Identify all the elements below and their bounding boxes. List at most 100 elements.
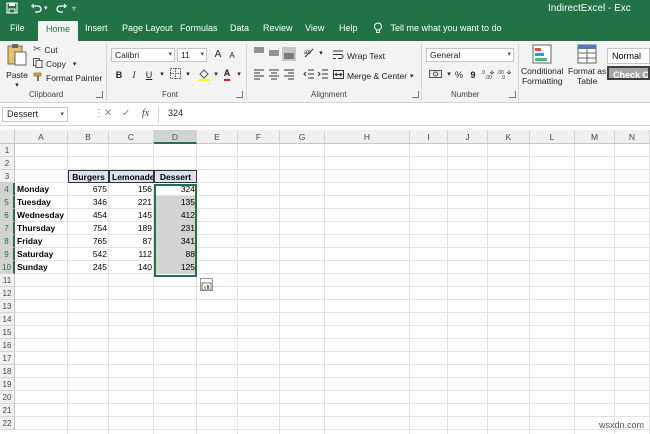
alignment-launcher-icon[interactable] bbox=[412, 91, 419, 98]
row-header-16[interactable]: 16 bbox=[0, 339, 15, 352]
row-header-21[interactable]: 21 bbox=[0, 404, 15, 417]
orientation-dropdown-icon[interactable]: ▾ bbox=[314, 47, 328, 61]
borders-dropdown-icon[interactable]: ▾ bbox=[181, 68, 195, 82]
day-label-cell[interactable]: Sunday bbox=[15, 261, 68, 274]
underline-dropdown-icon[interactable]: ▾ bbox=[155, 68, 169, 82]
cut-button[interactable]: ✂ Cut bbox=[33, 44, 58, 55]
burgers-cell[interactable]: 454 bbox=[68, 209, 109, 222]
redo-icon[interactable] bbox=[56, 2, 68, 17]
burgers-cell[interactable]: 765 bbox=[68, 235, 109, 248]
decrease-indent-button[interactable] bbox=[302, 68, 316, 82]
table-header-lemonade[interactable]: Lemonade bbox=[109, 170, 154, 183]
save-icon[interactable] bbox=[6, 2, 18, 17]
merge-dropdown-icon[interactable]: ▾ bbox=[410, 72, 414, 80]
undo-icon[interactable] bbox=[30, 2, 42, 17]
day-label-cell[interactable]: Monday bbox=[15, 183, 68, 196]
quick-analysis-button[interactable] bbox=[200, 278, 213, 291]
tab-formulas[interactable]: Formulas bbox=[180, 23, 218, 33]
bold-button[interactable]: B bbox=[112, 68, 126, 82]
row-header-18[interactable]: 18 bbox=[0, 365, 15, 378]
font-name-select[interactable]: Calibri ▾ bbox=[111, 48, 175, 62]
grow-font-button[interactable]: A bbox=[211, 48, 225, 62]
row-header-8[interactable]: 8 bbox=[0, 235, 15, 248]
underline-button[interactable]: U bbox=[142, 68, 156, 82]
increase-decimal-button[interactable]: .0.00 bbox=[481, 68, 495, 82]
comma-style-button[interactable]: 9 bbox=[466, 68, 480, 82]
tab-view[interactable]: View bbox=[305, 23, 324, 33]
font-launcher-icon[interactable] bbox=[236, 91, 243, 98]
column-header-k[interactable]: K bbox=[488, 130, 530, 144]
row-header-13[interactable]: 13 bbox=[0, 300, 15, 313]
decrease-decimal-button[interactable]: .00.0 bbox=[497, 68, 512, 82]
row-header-6[interactable]: 6 bbox=[0, 209, 15, 222]
burgers-cell[interactable]: 245 bbox=[68, 261, 109, 274]
insert-function-button[interactable]: fx bbox=[142, 108, 149, 119]
paste-button[interactable]: Paste ▾ bbox=[6, 43, 28, 89]
undo-dropdown-icon[interactable]: ▾ bbox=[44, 2, 48, 16]
row-header-10[interactable]: 10 bbox=[0, 261, 15, 274]
burgers-cell[interactable]: 675 bbox=[68, 183, 109, 196]
tab-review[interactable]: Review bbox=[263, 23, 293, 33]
tab-insert[interactable]: Insert bbox=[85, 23, 108, 33]
lemonade-cell[interactable]: 145 bbox=[109, 209, 154, 222]
conditional-formatting-button[interactable]: Conditional Formatting bbox=[521, 44, 564, 86]
row-header-22[interactable]: 22 bbox=[0, 417, 15, 430]
row-header-12[interactable]: 12 bbox=[0, 287, 15, 300]
middle-align-button[interactable] bbox=[267, 47, 281, 61]
copy-dropdown-icon[interactable]: ▾ bbox=[73, 60, 77, 68]
customize-icon[interactable]: ▿ bbox=[72, 2, 76, 16]
borders-button[interactable] bbox=[168, 68, 182, 82]
burgers-cell[interactable]: 346 bbox=[68, 196, 109, 209]
lemonade-cell[interactable]: 87 bbox=[109, 235, 154, 248]
lemonade-cell[interactable]: 221 bbox=[109, 196, 154, 209]
worksheet-grid[interactable]: ABCDEFGHIJKLMN 1 2 3 4 5 6 7 8 9 10 11 12 13 14 15 16 17… bbox=[0, 130, 650, 434]
clipboard-launcher-icon[interactable] bbox=[96, 91, 103, 98]
format-painter-button[interactable]: Format Painter bbox=[33, 72, 102, 84]
column-header-d[interactable]: D bbox=[154, 130, 197, 144]
table-header-burgers[interactable]: Burgers bbox=[68, 170, 109, 183]
column-header-a[interactable]: A bbox=[15, 130, 68, 144]
row-header-5[interactable]: 5 bbox=[0, 196, 15, 209]
bottom-align-button[interactable] bbox=[282, 47, 296, 61]
top-align-button[interactable] bbox=[252, 47, 266, 61]
formula-input[interactable]: 324 bbox=[168, 108, 183, 118]
column-header-h[interactable]: H bbox=[325, 130, 410, 144]
shrink-font-button[interactable]: A bbox=[225, 49, 239, 63]
tab-home[interactable]: Home bbox=[38, 21, 79, 41]
column-header-b[interactable]: B bbox=[68, 130, 109, 144]
burgers-cell[interactable]: 754 bbox=[68, 222, 109, 235]
row-header-17[interactable]: 17 bbox=[0, 352, 15, 365]
lemonade-cell[interactable]: 156 bbox=[109, 183, 154, 196]
day-label-cell[interactable]: Saturday bbox=[15, 248, 68, 261]
tab-help[interactable]: Help bbox=[339, 23, 358, 33]
column-header-c[interactable]: C bbox=[109, 130, 154, 144]
row-header-14[interactable]: 14 bbox=[0, 313, 15, 326]
row-header-4[interactable]: 4 bbox=[0, 183, 15, 196]
row-header-19[interactable]: 19 bbox=[0, 378, 15, 391]
accounting-format-button[interactable] bbox=[428, 68, 442, 82]
day-label-cell[interactable]: Wednesday bbox=[15, 209, 68, 222]
merge-center-button[interactable]: Merge & Center ▾ bbox=[333, 69, 414, 82]
style-check-cell[interactable]: Check Cell bbox=[607, 66, 650, 80]
italic-button[interactable]: I bbox=[127, 68, 141, 82]
lemonade-cell[interactable]: 189 bbox=[109, 222, 154, 235]
row-header-2[interactable]: 2 bbox=[0, 157, 15, 170]
cancel-icon[interactable]: ✕ bbox=[104, 108, 112, 119]
percent-button[interactable]: % bbox=[452, 68, 466, 82]
lemonade-cell[interactable]: 112 bbox=[109, 248, 154, 261]
column-header-i[interactable]: I bbox=[410, 130, 448, 144]
column-header-j[interactable]: J bbox=[448, 130, 488, 144]
column-header-m[interactable]: M bbox=[575, 130, 615, 144]
day-label-cell[interactable]: Friday bbox=[15, 235, 68, 248]
row-header-7[interactable]: 7 bbox=[0, 222, 15, 235]
number-launcher-icon[interactable] bbox=[509, 91, 516, 98]
row-header-9[interactable]: 9 bbox=[0, 248, 15, 261]
column-header-l[interactable]: L bbox=[530, 130, 575, 144]
row-header-11[interactable]: 11 bbox=[0, 274, 15, 287]
row-header-20[interactable]: 20 bbox=[0, 391, 15, 404]
tab-file[interactable]: File bbox=[10, 23, 25, 33]
format-as-table-button[interactable]: Format as Table bbox=[568, 44, 606, 86]
align-right-button[interactable] bbox=[282, 68, 296, 82]
increase-indent-button[interactable] bbox=[316, 68, 330, 82]
wrap-text-button[interactable]: Wrap Text bbox=[333, 49, 385, 62]
